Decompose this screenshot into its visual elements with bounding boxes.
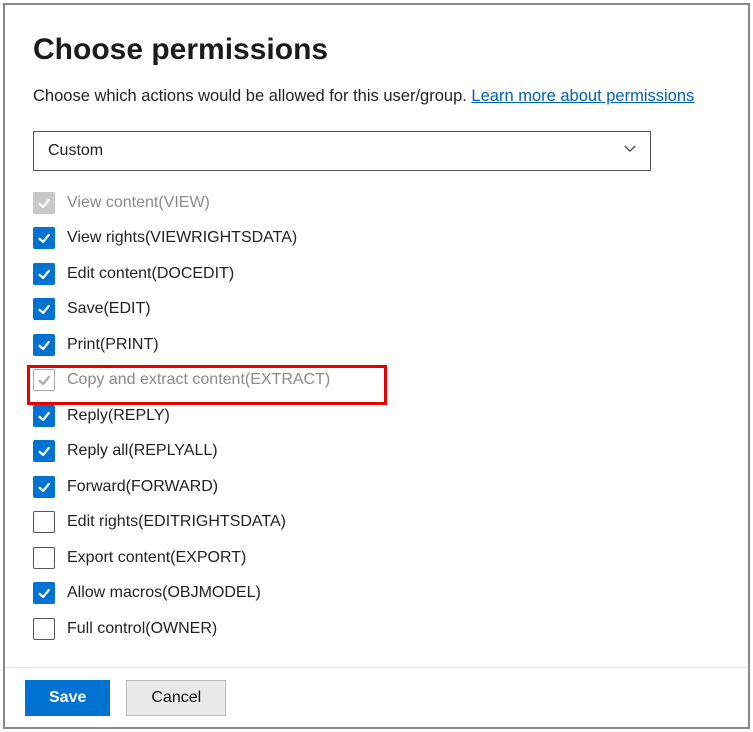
permission-label: Edit rights(EDITRIGHTSDATA) [67, 513, 286, 531]
check-icon [37, 267, 51, 281]
select-value: Custom [48, 142, 103, 160]
subtitle: Choose which actions would be allowed fo… [33, 85, 720, 109]
permission-row: Full control(OWNER) [33, 611, 720, 647]
page-title: Choose permissions [33, 33, 720, 67]
permission-checkbox[interactable] [33, 582, 55, 604]
permission-checkbox[interactable] [33, 547, 55, 569]
permission-checkbox[interactable] [33, 192, 55, 214]
permission-checkbox[interactable] [33, 511, 55, 533]
permission-label: Allow macros(OBJMODEL) [67, 584, 261, 602]
check-icon [37, 196, 51, 210]
permission-label: Reply all(REPLYALL) [67, 442, 218, 460]
permission-row: View rights(VIEWRIGHTSDATA) [33, 220, 720, 256]
check-icon [37, 586, 51, 600]
permission-label: Edit content(DOCEDIT) [67, 265, 234, 283]
permission-checkbox[interactable] [33, 440, 55, 462]
permissions-panel: Choose permissions Choose which actions … [3, 3, 750, 729]
permission-checkbox[interactable] [33, 263, 55, 285]
permission-row: Print(PRINT) [33, 327, 720, 363]
permissions-list: View content(VIEW) View rights(VIEWRIGHTS… [33, 185, 720, 653]
permission-label: Full control(OWNER) [67, 620, 217, 638]
check-icon [37, 302, 51, 316]
footer-actions: Save Cancel [5, 667, 748, 727]
permission-label: Print(PRINT) [67, 336, 159, 354]
permission-checkbox[interactable] [33, 227, 55, 249]
permission-checkbox[interactable] [33, 405, 55, 427]
permission-row: Copy and extract content(EXTRACT) [33, 362, 720, 398]
permission-label: Copy and extract content(EXTRACT) [67, 371, 330, 389]
permission-checkbox[interactable] [33, 369, 55, 391]
permission-row: View content(VIEW) [33, 185, 720, 221]
check-icon [37, 338, 51, 352]
permission-preset-select[interactable]: Custom [33, 131, 651, 171]
subtitle-text: Choose which actions would be allowed fo… [33, 87, 471, 105]
check-icon [37, 231, 51, 245]
check-icon [37, 444, 51, 458]
permission-checkbox[interactable] [33, 298, 55, 320]
permission-row: Save(EDIT) [33, 291, 720, 327]
permission-row: Reply(REPLY) [33, 398, 720, 434]
permission-label: Reply(REPLY) [67, 407, 170, 425]
cancel-button[interactable]: Cancel [126, 680, 226, 716]
permission-label: View content(VIEW) [67, 194, 210, 212]
permission-checkbox[interactable] [33, 618, 55, 640]
permission-row: Edit rights(EDITRIGHTSDATA) [33, 504, 720, 540]
check-icon [37, 409, 51, 423]
permission-label: Export content(EXPORT) [67, 549, 246, 567]
permission-row: Reply all(REPLYALL) [33, 433, 720, 469]
permission-checkbox[interactable] [33, 476, 55, 498]
permission-row: Export content(EXPORT) [33, 540, 720, 576]
permission-row: Edit content(DOCEDIT) [33, 256, 720, 292]
permission-label: View rights(VIEWRIGHTSDATA) [67, 229, 297, 247]
permission-checkbox[interactable] [33, 334, 55, 356]
save-button[interactable]: Save [25, 680, 110, 716]
learn-more-link[interactable]: Learn more about permissions [471, 87, 694, 105]
check-icon [37, 373, 51, 387]
permission-row: Forward(FORWARD) [33, 469, 720, 505]
permission-row: Allow macros(OBJMODEL) [33, 575, 720, 611]
check-icon [37, 480, 51, 494]
permission-label: Forward(FORWARD) [67, 478, 218, 496]
permission-label: Save(EDIT) [67, 300, 151, 318]
